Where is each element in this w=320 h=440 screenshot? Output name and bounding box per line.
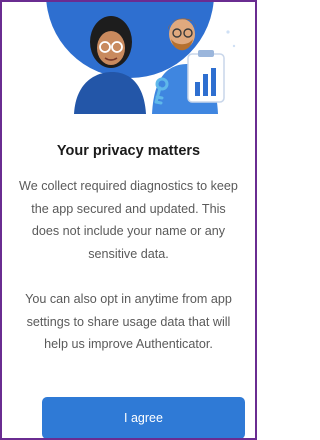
diagnostics-description: We collect required diagnostics to keep … <box>19 179 238 261</box>
opt-in-description: You can also opt in anytime from app set… <box>25 292 232 351</box>
agree-button[interactable]: I agree <box>42 397 245 438</box>
chart-clipboard-icon <box>187 50 225 103</box>
privacy-screen: Your privacy matters We collect required… <box>0 0 257 440</box>
people-illustration <box>46 2 236 114</box>
page-title: Your privacy matters <box>56 143 201 159</box>
